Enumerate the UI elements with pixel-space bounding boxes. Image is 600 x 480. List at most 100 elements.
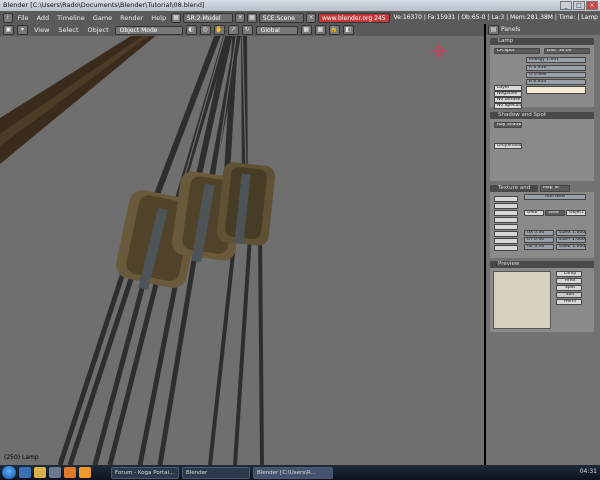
panel-window-type-icon[interactable]: ▤ [488,24,499,35]
screen-delete-icon[interactable]: × [235,12,246,23]
ofs-y-field[interactable]: dY 0.00 [524,237,554,243]
texture-panel-title[interactable]: Texture and Input [490,185,538,198]
menu-file[interactable]: File [15,14,32,22]
lamp-color-swatch[interactable] [526,86,586,94]
preview-hemi-button[interactable]: Hemi [556,299,582,305]
info-header: i File Add Timeline Game Render Help ▦ S… [0,11,600,24]
start-button[interactable] [2,466,16,479]
3d-viewport[interactable]: ▣ ▾ View Select Object Object Mode ◐ ◎ ✋… [0,24,484,465]
preview-lamp-button[interactable]: Lamp [556,271,582,277]
pivot-icon[interactable]: ◎ [199,25,211,35]
blender-url-link[interactable]: www.blender.org 245 [317,12,390,23]
buttons-window: ▤ Panels Lamp LA:Spot Dist: 30.00 Energy… [486,24,600,465]
mode-dropdown[interactable]: Object Mode [114,25,183,35]
size-x-field[interactable]: sizeX 1.000 [556,230,586,236]
texture-channel-7[interactable] [494,238,518,244]
taskbar: Forum - Koga Portal... Blender Blender [… [0,465,600,480]
menu-timeline[interactable]: Timeline [54,14,88,22]
manipulator-icon[interactable]: ✋ [213,25,225,35]
menu-render[interactable]: Render [117,14,146,22]
lamp-object-icon[interactable] [430,42,448,60]
texture-channel-8[interactable] [494,245,518,251]
menu-select[interactable]: Select [55,26,81,34]
color-b-slider[interactable]: B 0.814 [526,79,586,85]
lamp-panel: LA:Spot Dist: 30.00 Energy 1.001 R 0.916… [490,45,594,109]
ie-icon[interactable] [19,467,31,478]
texture-channel-2[interactable] [494,203,518,209]
panel-header: ▤ Panels [486,24,600,35]
preview-sun-button[interactable]: Sun [556,292,582,298]
viewport-scene [0,36,276,465]
texture-channel-3[interactable] [494,210,518,216]
orientation-dropdown[interactable]: Global [255,25,298,35]
no-specular-toggle[interactable]: No Specular [494,103,522,109]
view-button[interactable]: View [545,210,565,216]
menu-view[interactable]: View [31,26,52,34]
scene-browse-icon[interactable]: ▦ [247,12,257,23]
translate-icon[interactable]: ↗ [227,25,239,35]
viewport-header: ▣ ▾ View Select Object Object Mode ◐ ◎ ✋… [0,24,484,36]
info-window-type-icon[interactable]: i [3,12,13,23]
texture-channel-1[interactable] [494,196,518,202]
texture-channel-4[interactable] [494,217,518,223]
energy-slider[interactable]: Energy 1.001 [526,57,586,63]
screen-selector[interactable]: SR:2-Model [182,12,234,23]
task-blender-file[interactable]: Blender [C:\Users\R... [253,466,333,479]
add-new-texture-button[interactable]: Add New [524,194,586,200]
layer-buttons-icon[interactable]: ▦ [300,25,312,35]
ofs-z-field[interactable]: dZ 0.00 [524,244,554,250]
scene-delete-icon[interactable]: × [306,12,316,23]
lock-icon[interactable]: 🔒 [328,25,340,35]
task-blender[interactable]: Blender [182,466,250,479]
object-button[interactable]: Object [566,210,586,216]
lamp-preview-image [493,271,551,329]
shadow-panel: Ray Shadw OnlyShadow [490,119,594,181]
lamp-panel-title[interactable]: Lamp [490,38,594,45]
minimize-button[interactable]: _ [560,1,572,10]
menu-game[interactable]: Game [90,14,115,22]
size-z-field[interactable]: sizeZ 1.000 [556,244,586,250]
ofs-x-field[interactable]: dX 0.00 [524,230,554,236]
lamp-name-field[interactable]: LA:Spot [494,48,540,54]
screen-browse-icon[interactable]: ▦ [171,12,181,23]
header-collapse-icon[interactable]: ▾ [17,25,28,35]
menu-help[interactable]: Help [148,14,169,22]
firefox-quicklaunch-icon[interactable] [64,467,76,478]
panels-label[interactable]: Panels [501,26,520,33]
taskbar-clock: 04:31 [579,468,597,475]
window-title: Blender [C:\Users\Rado\Documents\Blender… [3,1,205,9]
explorer-icon[interactable] [34,467,46,478]
size-y-field[interactable]: sizeY 1.000 [556,237,586,243]
render-preview-icon[interactable]: ◧ [342,25,354,35]
layer-buttons-2-icon[interactable]: ▦ [314,25,326,35]
map-to-tab[interactable]: Map To [540,185,570,192]
lamp-dist-field[interactable]: Dist: 30.00 [544,48,590,54]
close-button[interactable]: × [586,1,598,10]
texture-channel-6[interactable] [494,231,518,237]
scene-selector[interactable]: SCE:Scene [258,12,305,23]
preview-panel: Lamp Area Spot Sun Hemi [490,268,594,332]
window-title-bar: Blender [C:\Users\Rado\Documents\Blender… [0,0,600,11]
preview-area-button[interactable]: Area [556,278,582,284]
menu-add[interactable]: Add [34,14,53,22]
only-shadow-toggle[interactable]: OnlyShadow [494,143,522,149]
maximize-button[interactable]: □ [573,1,585,10]
glob-button[interactable]: Glob [524,210,544,216]
viewport-status: (250) Lamp [4,454,39,461]
preview-panel-title[interactable]: Preview [490,261,594,268]
rotate-icon[interactable]: ↻ [241,25,253,35]
scene-stats: Ve:16370 | Fa:15931 | Ob:65-0 | La:3 | M… [393,14,598,21]
texture-channel-5[interactable] [494,224,518,230]
color-g-slider[interactable]: G 0.894 [526,72,586,78]
texture-panel: Add New Glob View Object dX 0.00 dY 0.00… [490,192,594,258]
menu-object[interactable]: Object [85,26,112,34]
media-player-icon[interactable] [49,467,61,478]
preview-spot-button[interactable]: Spot [556,285,582,291]
ray-shadow-toggle[interactable]: Ray Shadw [494,122,522,128]
viewport-type-icon[interactable]: ▣ [3,25,14,35]
task-forum[interactable]: Forum - Koga Portal... [111,466,179,479]
draw-type-icon[interactable]: ◐ [185,25,197,35]
color-r-slider[interactable]: R 0.916 [526,65,586,71]
shadow-panel-title[interactable]: Shadow and Spot [490,112,594,119]
blender-quicklaunch-icon[interactable] [79,467,91,478]
